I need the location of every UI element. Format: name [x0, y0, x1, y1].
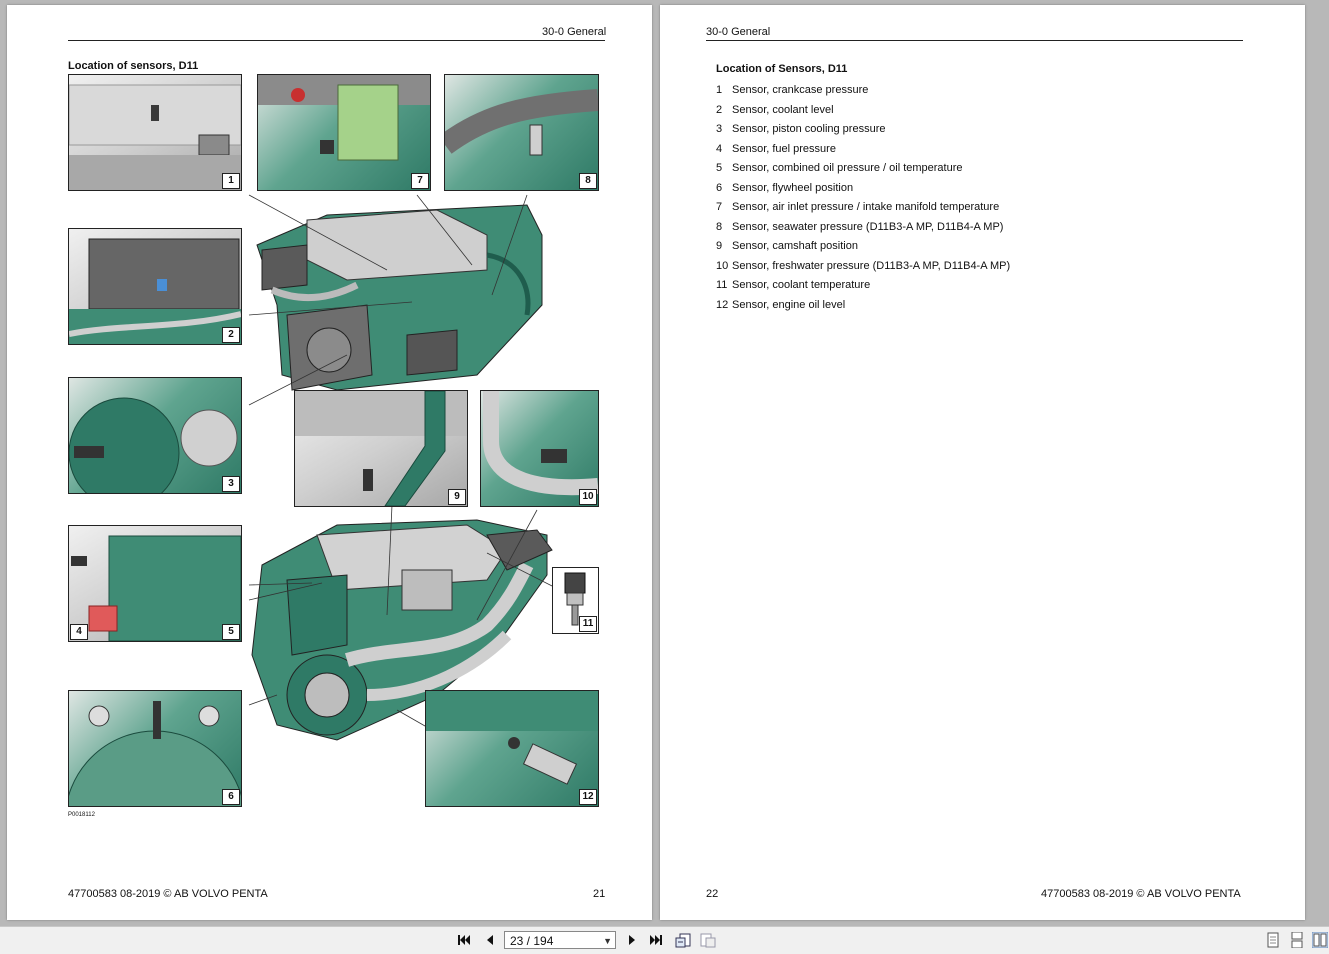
upper-engine-drawing: [256, 204, 543, 391]
sensor-list-title: Location of Sensors, D11: [716, 63, 848, 75]
piston-cooling-sensor-detail: [69, 397, 238, 493]
list-item: 6 Sensor, flywheel position: [716, 181, 854, 194]
figure-code: P0018112: [68, 812, 95, 818]
facing-pages-view-icon[interactable]: [1311, 931, 1329, 949]
list-item: 12 Sensor, engine oil level: [716, 298, 846, 311]
chevron-down-icon[interactable]: ▼: [603, 932, 612, 950]
previous-page-icon[interactable]: [482, 932, 498, 948]
callout-number: 4: [70, 624, 88, 640]
continuous-view-icon[interactable]: [1289, 931, 1305, 949]
callout-number: 6: [222, 789, 240, 805]
inset-detail-8: 8: [444, 74, 599, 191]
last-page-icon[interactable]: [648, 932, 664, 948]
inset-detail-10: 10: [480, 390, 599, 507]
callout-number: 8: [579, 173, 597, 189]
oil-level-sensor-detail: [426, 691, 598, 785]
next-page-icon[interactable]: [624, 932, 640, 948]
callout-number: 1: [222, 173, 240, 189]
fuel-and-oil-pressure-sensor-detail: [71, 535, 241, 641]
list-item: 7 Sensor, air inlet pressure / intake man…: [716, 201, 1000, 213]
air-inlet-sensor-detail: [258, 75, 430, 161]
right-page-footer: 47700583 08-2019 © AB VOLVO PENTA: [1041, 888, 1241, 900]
left-page-number: 21: [593, 888, 606, 900]
first-page-icon[interactable]: [456, 932, 472, 948]
callout-number: 12: [579, 789, 597, 805]
callout-number: 3: [222, 476, 240, 492]
go-forward-icon[interactable]: [700, 932, 716, 948]
callout-number: 11: [579, 616, 597, 632]
inset-detail-7: 7: [257, 74, 431, 191]
list-item: 11 Sensor, coolant temperature: [716, 279, 871, 291]
inset-detail-6: 6: [68, 690, 242, 807]
flywheel-sensor-detail: [69, 701, 241, 806]
inset-detail-2: 2: [68, 228, 242, 345]
page-indicator: 23 / 194: [510, 934, 554, 948]
list-item: 10 Sensor, freshwater pressure (D11B3-A M…: [716, 259, 1011, 272]
camshaft-sensor-detail: [295, 391, 467, 506]
list-item: 4 Sensor, fuel pressure: [716, 142, 836, 155]
right-page: 30-0 General Location of Sensors, D11 1S…: [660, 5, 1305, 920]
right-header-rule: [706, 40, 1243, 41]
single-page-view-icon[interactable]: [1265, 932, 1281, 948]
left-page-footer: 47700583 08-2019 © AB VOLVO PENTA: [68, 888, 268, 900]
list-item: 5 Sensor, combined oil pressure / oil tem…: [716, 162, 963, 174]
list-item: 2 Sensor, coolant level: [716, 103, 834, 116]
list-item: 9 Sensor, camshaft position: [716, 240, 858, 252]
inset-detail-9: 9: [294, 390, 468, 507]
callout-number: 5: [222, 624, 240, 640]
coolant-level-sensor-detail: [69, 238, 241, 344]
crankcase-sensor-detail: [69, 84, 241, 190]
list-item: 8 Sensor, seawater pressure (D11B3-A MP, …: [716, 220, 1004, 233]
right-page-number: 22: [706, 888, 719, 900]
sensor-list: 1 Sensor, crankcase pressure 2 Sensor, coo…: [716, 84, 1010, 318]
right-page-header: 30-0 General: [706, 26, 771, 38]
inset-detail-4-5: 4 5: [68, 525, 242, 642]
callout-number: 10: [579, 489, 597, 505]
callout-number: 2: [222, 327, 240, 343]
seawater-sensor-detail: [445, 89, 598, 156]
page-number-input[interactable]: 23 / 194 ▼: [504, 931, 616, 949]
inset-detail-12: 12: [425, 690, 599, 807]
list-item: 1 Sensor, crankcase pressure: [716, 84, 869, 96]
left-page: 30-0 General Location of sensors, D11 1 …: [7, 5, 652, 920]
viewer-toolbar: 23 / 194 ▼: [0, 926, 1329, 954]
go-back-icon[interactable]: [675, 932, 691, 948]
inset-detail-1: 1: [68, 74, 242, 191]
inset-detail-11: 11: [552, 567, 599, 634]
callout-number: 9: [448, 489, 466, 505]
callout-number: 7: [411, 173, 429, 189]
inset-detail-3: 3: [68, 377, 242, 494]
list-item: 3 Sensor, piston cooling pressure: [716, 123, 886, 135]
